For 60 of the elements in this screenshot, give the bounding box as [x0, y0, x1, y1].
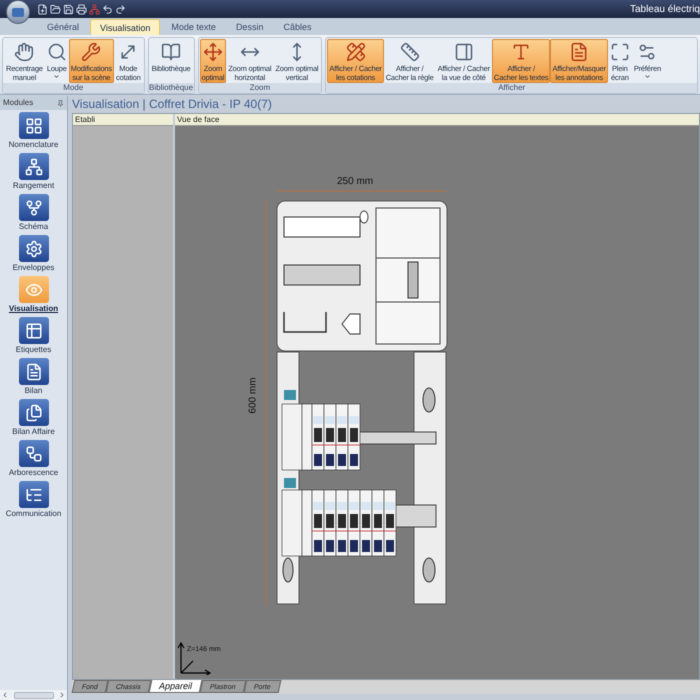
axis-triad-icon: [177, 641, 211, 675]
group-label: Mode: [3, 83, 144, 93]
module-item[interactable]: Rangement: [0, 153, 66, 191]
group-label: Bibliothèque: [148, 83, 194, 93]
settings-icon: [637, 42, 658, 62]
application-menu-button[interactable]: [6, 0, 30, 24]
magnifier-icon: [46, 42, 67, 62]
group-label: Zoom: [198, 83, 322, 93]
module-item[interactable]: Arborescence: [0, 440, 66, 478]
document-icon: [569, 42, 590, 62]
caret-icon: [53, 73, 60, 80]
ribbon-tab[interactable]: Mode texte: [162, 19, 225, 35]
folder-icon[interactable]: [50, 4, 61, 14]
pin-icon[interactable]: [57, 100, 64, 106]
document-title: Visualisation | Coffret Drivia - IP 40(7): [72, 96, 273, 113]
grid-icon: [24, 116, 42, 134]
module-item[interactable]: Enveloppes: [0, 235, 66, 273]
printer-icon[interactable]: [76, 4, 87, 14]
module-item[interactable]: Bilan: [0, 358, 66, 396]
column-header: Etabli: [73, 114, 173, 126]
module-item[interactable]: Bilan Affaire: [0, 399, 66, 437]
ribbon-tab[interactable]: Général: [38, 19, 88, 35]
ribbon-tab[interactable]: Visualisation: [90, 19, 160, 35]
fullscreen-icon: [610, 42, 630, 62]
tree-icon: [24, 444, 42, 462]
height-dimension: 600 mm: [246, 377, 260, 414]
panel-title: Modules: [3, 97, 34, 109]
side-panel-icon: [454, 42, 474, 62]
module-item[interactable]: Visualisation: [0, 276, 66, 314]
redo-icon[interactable]: [115, 4, 126, 14]
wrench-icon: [81, 42, 102, 62]
documents-icon: [24, 404, 42, 422]
scroll-left-icon[interactable]: [1, 691, 9, 699]
table-icon: [24, 322, 42, 340]
group-label: Afficher: [326, 83, 697, 93]
gears-icon: [24, 240, 42, 258]
module-item[interactable]: Communication: [0, 481, 66, 519]
ruler-icon: [400, 42, 420, 62]
window-title: Tableau électriq: [630, 2, 700, 16]
module-item[interactable]: Etiquettes: [0, 317, 66, 355]
hand-icon: [14, 42, 34, 62]
pencil-ruler-icon: [346, 42, 366, 62]
width-dimension: 250 mm: [337, 175, 374, 189]
undo-icon[interactable]: [102, 4, 113, 14]
book-icon: [161, 42, 182, 62]
caret-icon: [644, 73, 651, 80]
four-way-arrow-icon: [202, 42, 223, 62]
letter-t-icon: [511, 42, 532, 62]
new-file-icon[interactable]: [37, 4, 48, 14]
sheet-tab[interactable]: Appareil: [148, 680, 202, 693]
save-icon[interactable]: [63, 4, 74, 14]
diagram-icon: [24, 158, 42, 176]
scroll-right-icon[interactable]: [58, 691, 66, 699]
column-header: Vue de face: [175, 114, 699, 126]
ribbon-tab[interactable]: Câbles: [274, 19, 320, 35]
document-icon: [24, 362, 42, 380]
module-item[interactable]: Nomenclature: [0, 112, 66, 150]
module-item[interactable]: Schéma: [0, 194, 66, 232]
horizontal-scrollbar[interactable]: [0, 690, 67, 700]
ribbon-tab[interactable]: Dessin: [226, 19, 272, 35]
